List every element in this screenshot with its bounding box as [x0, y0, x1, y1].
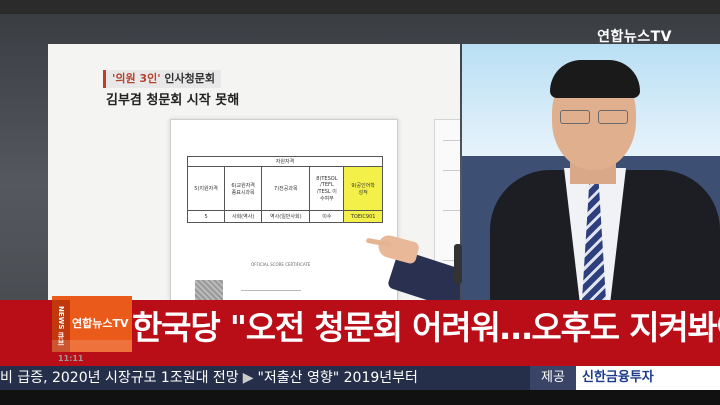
paper-line	[443, 170, 460, 171]
microphone-icon	[454, 244, 462, 284]
broadcast-frame: 자원자격 5)지원자격 6)교원자격 종묘시과목 7)전공과목 8)TESOL …	[0, 0, 720, 405]
glasses-icon	[560, 110, 630, 124]
ticker-separator: ▶	[242, 370, 254, 386]
logo-divider	[52, 340, 132, 352]
sponsor-tag: 제공	[530, 366, 576, 390]
ticker-item: 비 급증, 2020년 시장규모 1조원대 전망	[0, 370, 239, 386]
table-header-cell-highlighted: 9)공인어학 성적	[343, 166, 383, 211]
ticker-item: "저출산 영향" 2019년부터	[257, 370, 418, 386]
form-line	[241, 290, 301, 291]
paper-line	[443, 210, 460, 211]
table-cell: 사회(역사)	[224, 210, 263, 223]
lower-third-logo-text: 연합뉴스TV	[72, 317, 129, 330]
document-paper: 자원자격 5)지원자격 6)교원자격 종묘시과목 7)전공과목 8)TESOL …	[170, 119, 398, 300]
guest-hair	[550, 60, 640, 98]
segment-subtitle: 김부겸 청문회 시작 못해	[106, 93, 240, 108]
photo-placeholder	[195, 280, 223, 300]
table-cell: 5	[186, 210, 226, 223]
broadcaster-logo: 연합뉴스TV	[597, 29, 672, 45]
sponsor-name: 신한금융투자	[582, 370, 654, 385]
bottom-band	[0, 390, 720, 405]
segment-tag-rest: 인사청문회	[160, 72, 216, 85]
headline-text: 한국당 "오전 청문회 어려워…오후도 지켜봐야"	[132, 308, 720, 347]
clock-readout: 11:11	[58, 354, 84, 363]
segment-tag-highlight: '의원 3인'	[112, 72, 161, 85]
table-header-cell: 5)지원자격	[186, 166, 226, 211]
guest-person	[470, 60, 720, 310]
ticker-text: 비 급증, 2020년 시장규모 1조원대 전망 ▶ "저출산 영향" 2019년부…	[0, 366, 418, 390]
segment-tag: '의원 3인' 인사청문회	[103, 70, 222, 88]
form-caption: OFFICIAL SCORE CERTIFICATE	[251, 262, 311, 267]
table-title: 자원자격	[187, 156, 383, 167]
table-header-cell: 8)TESOL /TEFL /TESL 이 수여부	[309, 166, 345, 211]
spec-table: 자원자격 5)지원자격 6)교원자격 종묘시과목 7)전공과목 8)TESOL …	[186, 156, 383, 223]
document-panel: 자원자격 5)지원자격 6)교원자격 종묘시과목 7)전공과목 8)TESOL …	[48, 44, 460, 300]
table-cell: 역사(일반사회)	[261, 210, 311, 223]
table-header-cell: 7)전공과목	[261, 166, 311, 211]
top-band	[0, 0, 720, 14]
paper-line	[443, 140, 460, 141]
table-cell-highlighted: TOEIC901	[343, 210, 383, 223]
table-header-cell: 6)교원자격 종묘시과목	[224, 166, 263, 211]
table-cell: 이수	[309, 210, 345, 223]
